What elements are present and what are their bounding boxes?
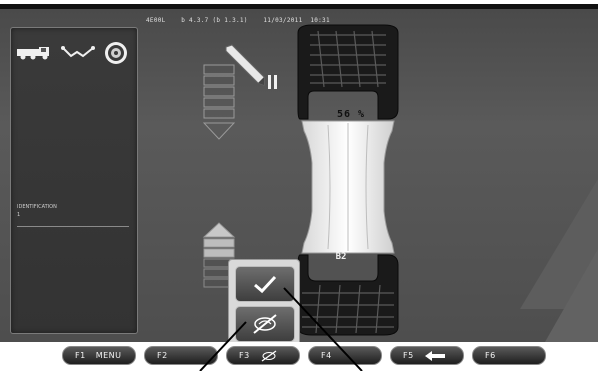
checkmark-icon	[254, 275, 277, 294]
f4-key-label: F4	[321, 351, 332, 360]
f3-button[interactable]: F3	[226, 346, 300, 365]
upper-tire	[297, 24, 399, 120]
f4-button[interactable]: F4	[308, 346, 382, 365]
confirm-popup	[228, 259, 300, 342]
tool-label: B2	[335, 252, 347, 262]
identification-value: 1	[17, 212, 21, 218]
identification-label: IDENTIFICATION	[17, 204, 57, 210]
wheel-icon[interactable]	[103, 40, 129, 66]
truck-icon[interactable]	[15, 42, 55, 62]
function-key-bar: F1 MENU F2 F3 F4 F5 F6	[0, 342, 598, 371]
f5-key-label: F5	[403, 351, 414, 360]
bead-position-percent: 56 %	[336, 109, 366, 120]
f5-back-button[interactable]: F5	[390, 346, 464, 365]
cancel-button[interactable]	[235, 306, 295, 342]
f2-key-label: F2	[157, 351, 168, 360]
f1-menu-label: MENU	[95, 351, 122, 360]
wheel-service-screen: 4E00L b 4.3.7 (b 1.3.1) 11/03/2011 10:31	[0, 0, 598, 371]
main-view: 4E00L b 4.3.7 (b 1.3.1) 11/03/2011 10:31	[0, 9, 598, 342]
f1-menu-button[interactable]: F1 MENU	[62, 346, 136, 365]
crossed-wheel-icon	[261, 349, 277, 362]
pause-icon	[268, 75, 278, 89]
crossed-wheel-icon	[253, 314, 277, 334]
confirm-button[interactable]	[235, 266, 295, 302]
f3-key-label: F3	[239, 351, 250, 360]
f2-button[interactable]: F2	[144, 346, 218, 365]
lower-tire	[297, 254, 399, 336]
f1-key-label: F1	[75, 351, 86, 360]
f6-button[interactable]: F6	[472, 346, 546, 365]
alignment-icon[interactable]	[61, 44, 95, 62]
f6-key-label: F6	[485, 351, 496, 360]
left-panel: IDENTIFICATION 1	[10, 27, 138, 334]
pen-icon	[225, 44, 265, 86]
back-arrow-icon	[424, 350, 445, 361]
panel-divider	[17, 226, 129, 227]
wheel-cross-section	[297, 24, 399, 336]
